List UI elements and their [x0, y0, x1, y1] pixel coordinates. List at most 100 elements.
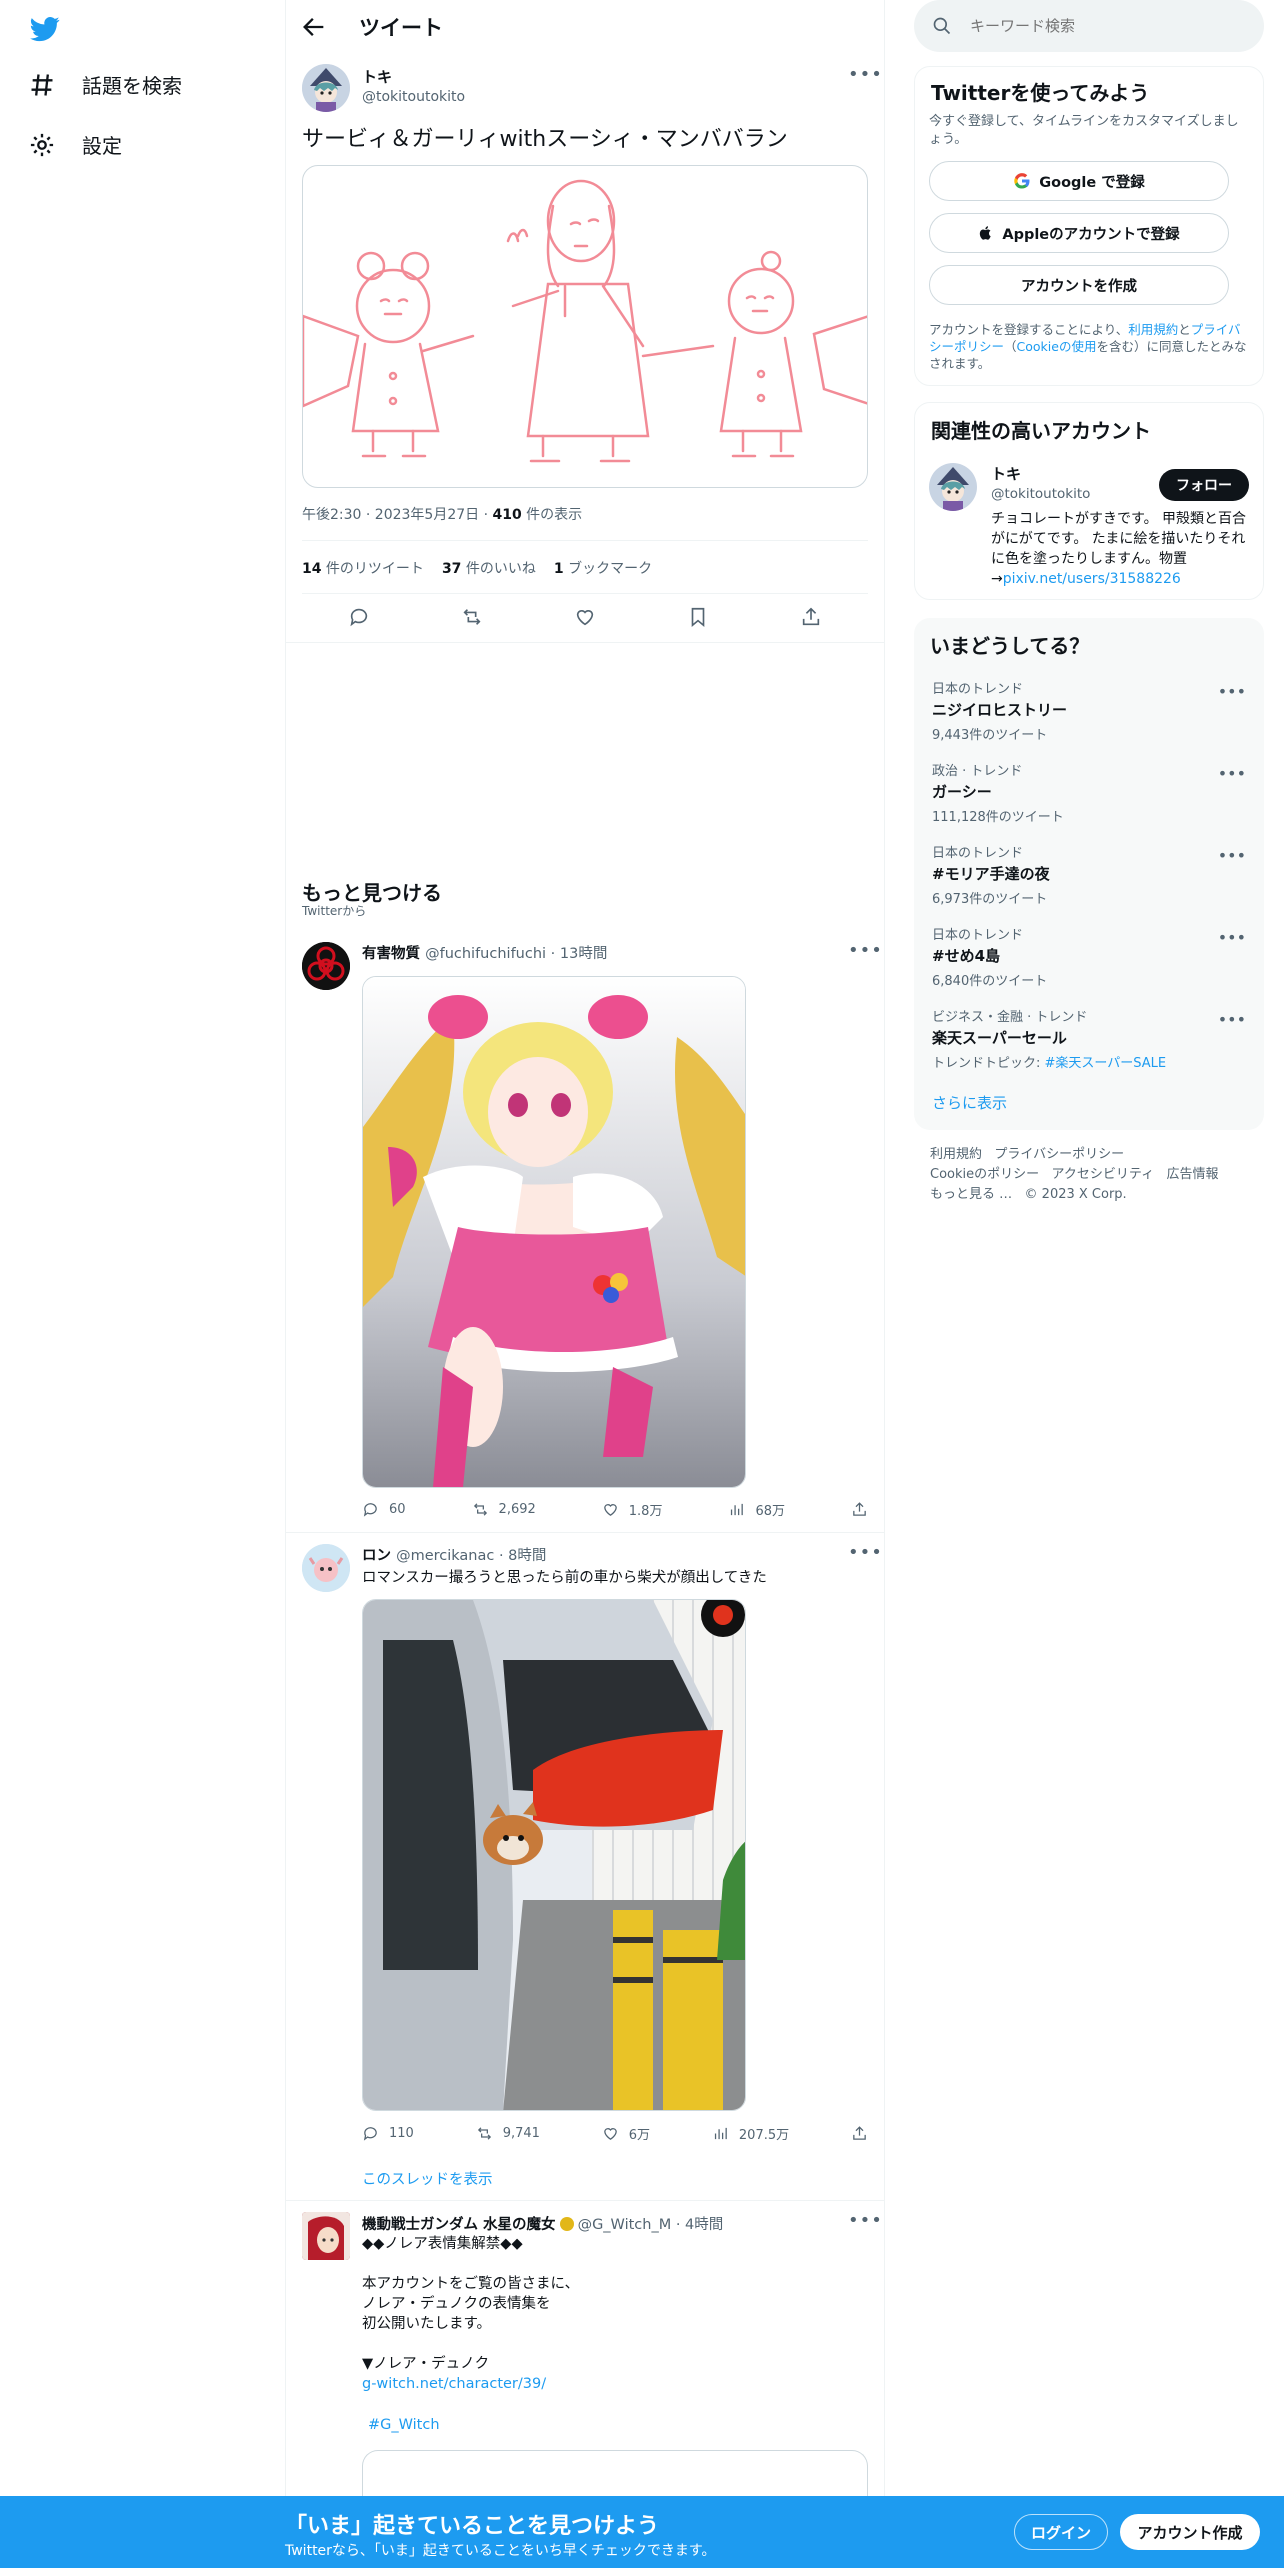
feed-more-icon-3[interactable]: •••: [848, 2210, 883, 2231]
related-bio-link[interactable]: pixiv.net/users/31588226: [1003, 571, 1181, 587]
google-signup-button[interactable]: Google で登録: [929, 161, 1229, 201]
more-options-icon[interactable]: •••: [848, 64, 883, 85]
feed-handle-1[interactable]: @fuchifuchifuchi · 13時間: [425, 946, 607, 962]
trend-more-icon[interactable]: •••: [1218, 928, 1246, 947]
footer-cookie[interactable]: Cookieのポリシー: [930, 1167, 1039, 1182]
feed-avatar-1[interactable]: [302, 942, 350, 990]
footer-links: 利用規約 プライバシーポリシー Cookieのポリシー アクセシビリティ 広告情…: [930, 1145, 1250, 1205]
google-signup-label: Google で登録: [1039, 174, 1145, 191]
feed-avatar-3[interactable]: [302, 2212, 350, 2260]
feed-like-2[interactable]: 6万: [602, 2124, 650, 2143]
bookmarks-stat[interactable]: 1 ブックマーク: [554, 558, 652, 578]
footer-accessibility[interactable]: アクセシビリティ: [1052, 1167, 1155, 1182]
share-icon[interactable]: [800, 606, 822, 628]
trend-item[interactable]: ビジネス・金融 · トレンド 楽天スーパーセール トレンドトピック: #楽天スー…: [932, 1006, 1252, 1071]
google-icon: [1014, 173, 1030, 189]
search-input[interactable]: [970, 12, 1250, 40]
follow-button[interactable]: フォロー: [1159, 469, 1249, 501]
retweet-icon: [477, 2127, 491, 2140]
related-name[interactable]: トキ: [991, 463, 1021, 484]
related-handle[interactable]: @tokitoutokito: [991, 486, 1090, 502]
trend-item[interactable]: 政治 · トレンド ガーシー 111,128件のツイート •••: [932, 760, 1252, 825]
nav-explore[interactable]: 話題を検索: [28, 70, 182, 99]
author-name[interactable]: トキ: [362, 66, 392, 87]
create-account-button[interactable]: アカウントを作成: [929, 265, 1229, 305]
feed-like-1[interactable]: 1.8万: [602, 1500, 662, 1519]
feed-image-2[interactable]: [362, 1599, 746, 2111]
feed-link[interactable]: g-witch.net/character/39/: [362, 2374, 579, 2394]
login-button[interactable]: ログイン: [1014, 2514, 1108, 2550]
trend-item[interactable]: 日本のトレンド #せめ4島 6,840件のツイート •••: [932, 924, 1252, 989]
feed-name-2[interactable]: ロン: [362, 1548, 391, 1564]
hashtag-icon: [31, 73, 53, 96]
bookmark-icon[interactable]: [687, 606, 709, 628]
reply-icon: [363, 1503, 377, 1517]
apple-signup-button[interactable]: Appleのアカウントで登録: [929, 213, 1229, 253]
feed-views-2[interactable]: 207.5万: [712, 2124, 789, 2143]
feed-share-2[interactable]: [851, 2124, 868, 2143]
trend-item[interactable]: 日本のトレンド ニジイロヒストリー 9,443件のツイート •••: [932, 678, 1252, 743]
feed-avatar-2[interactable]: [302, 1544, 350, 1592]
feed-name-1[interactable]: 有害物質: [362, 946, 420, 962]
trend-more-icon[interactable]: •••: [1218, 846, 1246, 865]
trend-count: 9,443件のツイート: [932, 728, 1048, 743]
views-chart-icon: [714, 2127, 727, 2140]
feed-retweet-2[interactable]: 9,741: [476, 2124, 540, 2143]
signup-terms: アカウントを登録することにより、利用規約とプライバシーポリシー（Cookieの使…: [929, 321, 1251, 372]
twitter-logo-icon[interactable]: [28, 14, 62, 44]
tweet-image-sketch[interactable]: [302, 165, 868, 488]
footer-more[interactable]: もっと見る …: [930, 1187, 1012, 1202]
feed-metrics-2: 110 9,741 6万 207.5万: [362, 2124, 868, 2143]
trend-topic-link[interactable]: #楽天スーパーSALE: [1045, 1056, 1167, 1071]
nav-settings[interactable]: 設定: [28, 130, 122, 159]
feed-name-3[interactable]: 機動戦士ガンダム 水星の魔女: [362, 2213, 556, 2234]
cookie-link[interactable]: Cookieの使用: [1017, 339, 1097, 354]
trend-item[interactable]: 日本のトレンド #モリア手達の夜 6,973件のツイート •••: [932, 842, 1252, 907]
like-heart-icon[interactable]: [574, 606, 596, 628]
footer-privacy[interactable]: プライバシーポリシー: [994, 1147, 1124, 1162]
trend-more-icon[interactable]: •••: [1218, 682, 1246, 701]
author-handle[interactable]: @tokitoutokito: [362, 89, 465, 105]
retweets-stat[interactable]: 14 件のリツイート: [302, 558, 424, 578]
feed-more-icon-1[interactable]: •••: [848, 940, 883, 961]
feed-reply-2[interactable]: 110: [362, 2124, 414, 2143]
feed-handle-3[interactable]: @G_Witch_M · 4時間: [578, 2213, 724, 2234]
terms-and: と: [1178, 322, 1191, 337]
signup-title: Twitterを使ってみよう: [931, 81, 1150, 105]
feed-retweet-1[interactable]: 2,692: [472, 1500, 536, 1519]
feed-header-1: 有害物質 @fuchifuchifuchi · 13時間: [362, 942, 607, 963]
feed-share-1[interactable]: [851, 1500, 868, 1519]
likes-stat[interactable]: 37 件のいいね: [442, 558, 536, 578]
show-more-link[interactable]: さらに表示: [932, 1092, 1007, 1113]
footer-ads[interactable]: 広告情報: [1167, 1167, 1219, 1182]
related-avatar[interactable]: [929, 463, 977, 511]
page-header: ツイート: [286, 0, 884, 54]
feed-views-1[interactable]: 68万: [728, 1500, 785, 1519]
hashtag-link[interactable]: #G_Witch: [368, 2417, 440, 2433]
retweet-count: 2,692: [498, 1502, 536, 1517]
trends-title: いまどうしてる？: [930, 634, 1090, 658]
trend-more-icon[interactable]: •••: [1218, 764, 1246, 783]
feed-more-icon-2[interactable]: •••: [848, 1542, 883, 1563]
reply-icon[interactable]: [348, 606, 370, 628]
trend-more-icon[interactable]: •••: [1218, 1010, 1246, 1029]
trend-count: トレンドトピック: #楽天スーパーSALE: [932, 1052, 1252, 1071]
main-column: ツイート トキ @tokitoutokito ••• サービィ＆ガーリィwith…: [285, 0, 885, 2568]
feed-text-2: ロマンスカー撮ろうと思ったら前の車から柴犬が顔出してきた: [362, 1570, 767, 1586]
feed-reply-1[interactable]: 60: [362, 1500, 406, 1519]
left-navigation: 話題を検索 設定: [0, 0, 285, 2568]
back-arrow-icon[interactable]: [300, 13, 328, 41]
author-avatar[interactable]: [302, 64, 350, 112]
footer-terms[interactable]: 利用規約: [930, 1147, 982, 1162]
feed-handle-2[interactable]: @mercikanac · 8時間: [396, 1548, 546, 1564]
feed-text-line: 本アカウントをご覧の皆さまに、: [362, 2276, 580, 2292]
trends-card: いまどうしてる？ 日本のトレンド ニジイロヒストリー 9,443件のツイート •…: [914, 618, 1264, 1130]
show-thread-link[interactable]: このスレッドを表示: [362, 2168, 493, 2189]
terms-link[interactable]: 利用規約: [1128, 322, 1178, 337]
share-icon: [853, 1502, 866, 1516]
search-box[interactable]: [914, 0, 1264, 52]
retweet-icon[interactable]: [461, 606, 483, 628]
feed-image-1[interactable]: [362, 976, 746, 1488]
tweet-time[interactable]: 午後2:30 · 2023年5月27日 ·: [302, 507, 493, 523]
signup-button[interactable]: アカウント作成: [1120, 2514, 1260, 2550]
